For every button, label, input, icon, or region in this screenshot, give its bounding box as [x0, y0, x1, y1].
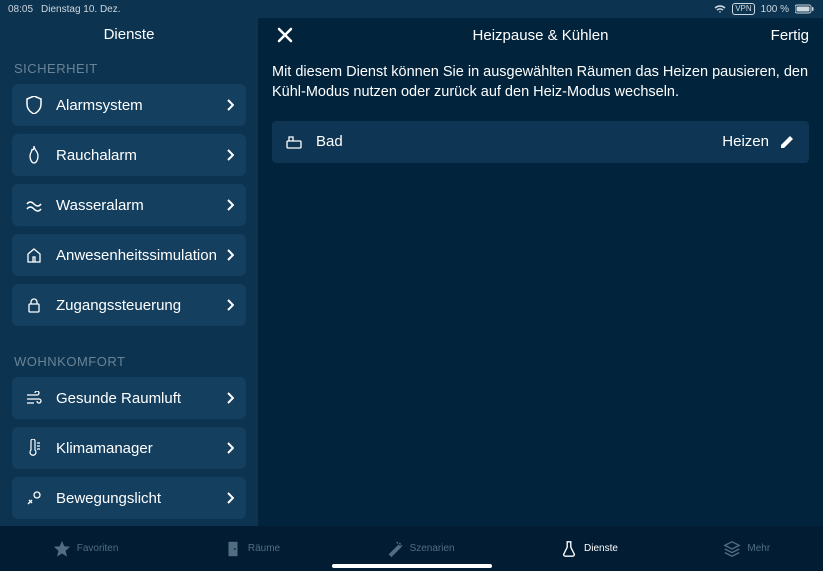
tab-bar: Favoriten Räume Szenarien Dienste Mehr	[0, 526, 823, 571]
detail-pane: Heizpause & Kühlen Fertig Mit diesem Die…	[258, 18, 823, 526]
tab-raeume[interactable]: Räume	[224, 540, 280, 558]
sidebar-item-label: Anwesenheitssimulation	[56, 247, 226, 264]
sidebar-item-wasseralarm[interactable]: Wasseralarm	[12, 184, 246, 226]
sidebar-item-label: Wasseralarm	[56, 197, 226, 214]
sidebar-item-alarmsystem[interactable]: Alarmsystem	[12, 84, 246, 126]
detail-header: Heizpause & Kühlen Fertig	[258, 18, 823, 52]
sidebar-item-label: Rauchalarm	[56, 147, 226, 164]
thermometer-icon	[24, 439, 44, 457]
tab-label: Mehr	[747, 543, 770, 554]
home-indicator	[332, 564, 492, 568]
door-icon	[224, 540, 242, 558]
star-icon	[53, 540, 71, 558]
chevron-right-icon	[226, 149, 234, 161]
chevron-right-icon	[226, 249, 234, 261]
wand-icon	[386, 540, 404, 558]
vpn-badge: VPN	[732, 3, 754, 15]
sidebar-item-zugang[interactable]: Zugangssteuerung	[12, 284, 246, 326]
room-row-bad[interactable]: Bad Heizen	[272, 121, 809, 163]
sidebar-item-label: Klimamanager	[56, 440, 226, 457]
section-title-sicherheit: SICHERHEIT	[14, 61, 246, 76]
status-bar: 08:05 Dienstag 10. Dez. VPN 100 %	[0, 0, 823, 18]
room-icon	[286, 135, 304, 149]
tab-szenarien[interactable]: Szenarien	[386, 540, 455, 558]
house-icon	[24, 247, 44, 263]
sidebar-item-label: Zugangssteuerung	[56, 297, 226, 314]
flame-icon	[24, 146, 44, 164]
shield-icon	[24, 96, 44, 114]
done-button[interactable]: Fertig	[771, 27, 809, 44]
detail-description: Mit diesem Dienst können Sie in ausgewäh…	[272, 62, 809, 103]
tab-label: Dienste	[584, 543, 618, 554]
chevron-right-icon	[226, 442, 234, 454]
edit-icon[interactable]	[779, 134, 795, 150]
battery-icon	[795, 4, 815, 14]
chevron-right-icon	[226, 99, 234, 111]
tab-label: Räume	[248, 543, 280, 554]
chevron-right-icon	[226, 199, 234, 211]
sidebar-item-bewegung[interactable]: Bewegungslicht	[12, 477, 246, 519]
battery-percent: 100 %	[761, 4, 789, 15]
wifi-icon	[714, 4, 726, 14]
layers-icon	[723, 540, 741, 558]
flask-icon	[560, 540, 578, 558]
close-button[interactable]	[272, 22, 298, 48]
tab-mehr[interactable]: Mehr	[723, 540, 770, 558]
motion-icon	[24, 490, 44, 506]
chevron-right-icon	[226, 492, 234, 504]
sidebar-item-klima[interactable]: Klimamanager	[12, 427, 246, 469]
sidebar-item-label: Alarmsystem	[56, 97, 226, 114]
status-time: 08:05	[8, 4, 33, 15]
sidebar-item-raumluft[interactable]: Gesunde Raumluft	[12, 377, 246, 419]
sidebar: Dienste SICHERHEIT Alarmsystem Rauchalar…	[0, 18, 258, 526]
air-icon	[24, 391, 44, 405]
sidebar-item-anwesenheit[interactable]: Anwesenheitssimulation	[12, 234, 246, 276]
room-name: Bad	[316, 133, 722, 150]
lock-icon	[24, 297, 44, 313]
tab-label: Szenarien	[410, 543, 455, 554]
section-title-wohnkomfort: WOHNKOMFORT	[14, 354, 246, 369]
tab-dienste[interactable]: Dienste	[560, 540, 618, 558]
chevron-right-icon	[226, 299, 234, 311]
sidebar-item-label: Bewegungslicht	[56, 490, 226, 507]
chevron-right-icon	[226, 392, 234, 404]
status-date: Dienstag 10. Dez.	[41, 4, 121, 15]
sidebar-item-rauchalarm[interactable]: Rauchalarm	[12, 134, 246, 176]
detail-title: Heizpause & Kühlen	[258, 27, 823, 44]
tab-favoriten[interactable]: Favoriten	[53, 540, 119, 558]
sidebar-item-label: Gesunde Raumluft	[56, 390, 226, 407]
water-icon	[24, 198, 44, 212]
sidebar-title: Dienste	[0, 18, 258, 51]
room-status: Heizen	[722, 133, 769, 150]
tab-label: Favoriten	[77, 543, 119, 554]
